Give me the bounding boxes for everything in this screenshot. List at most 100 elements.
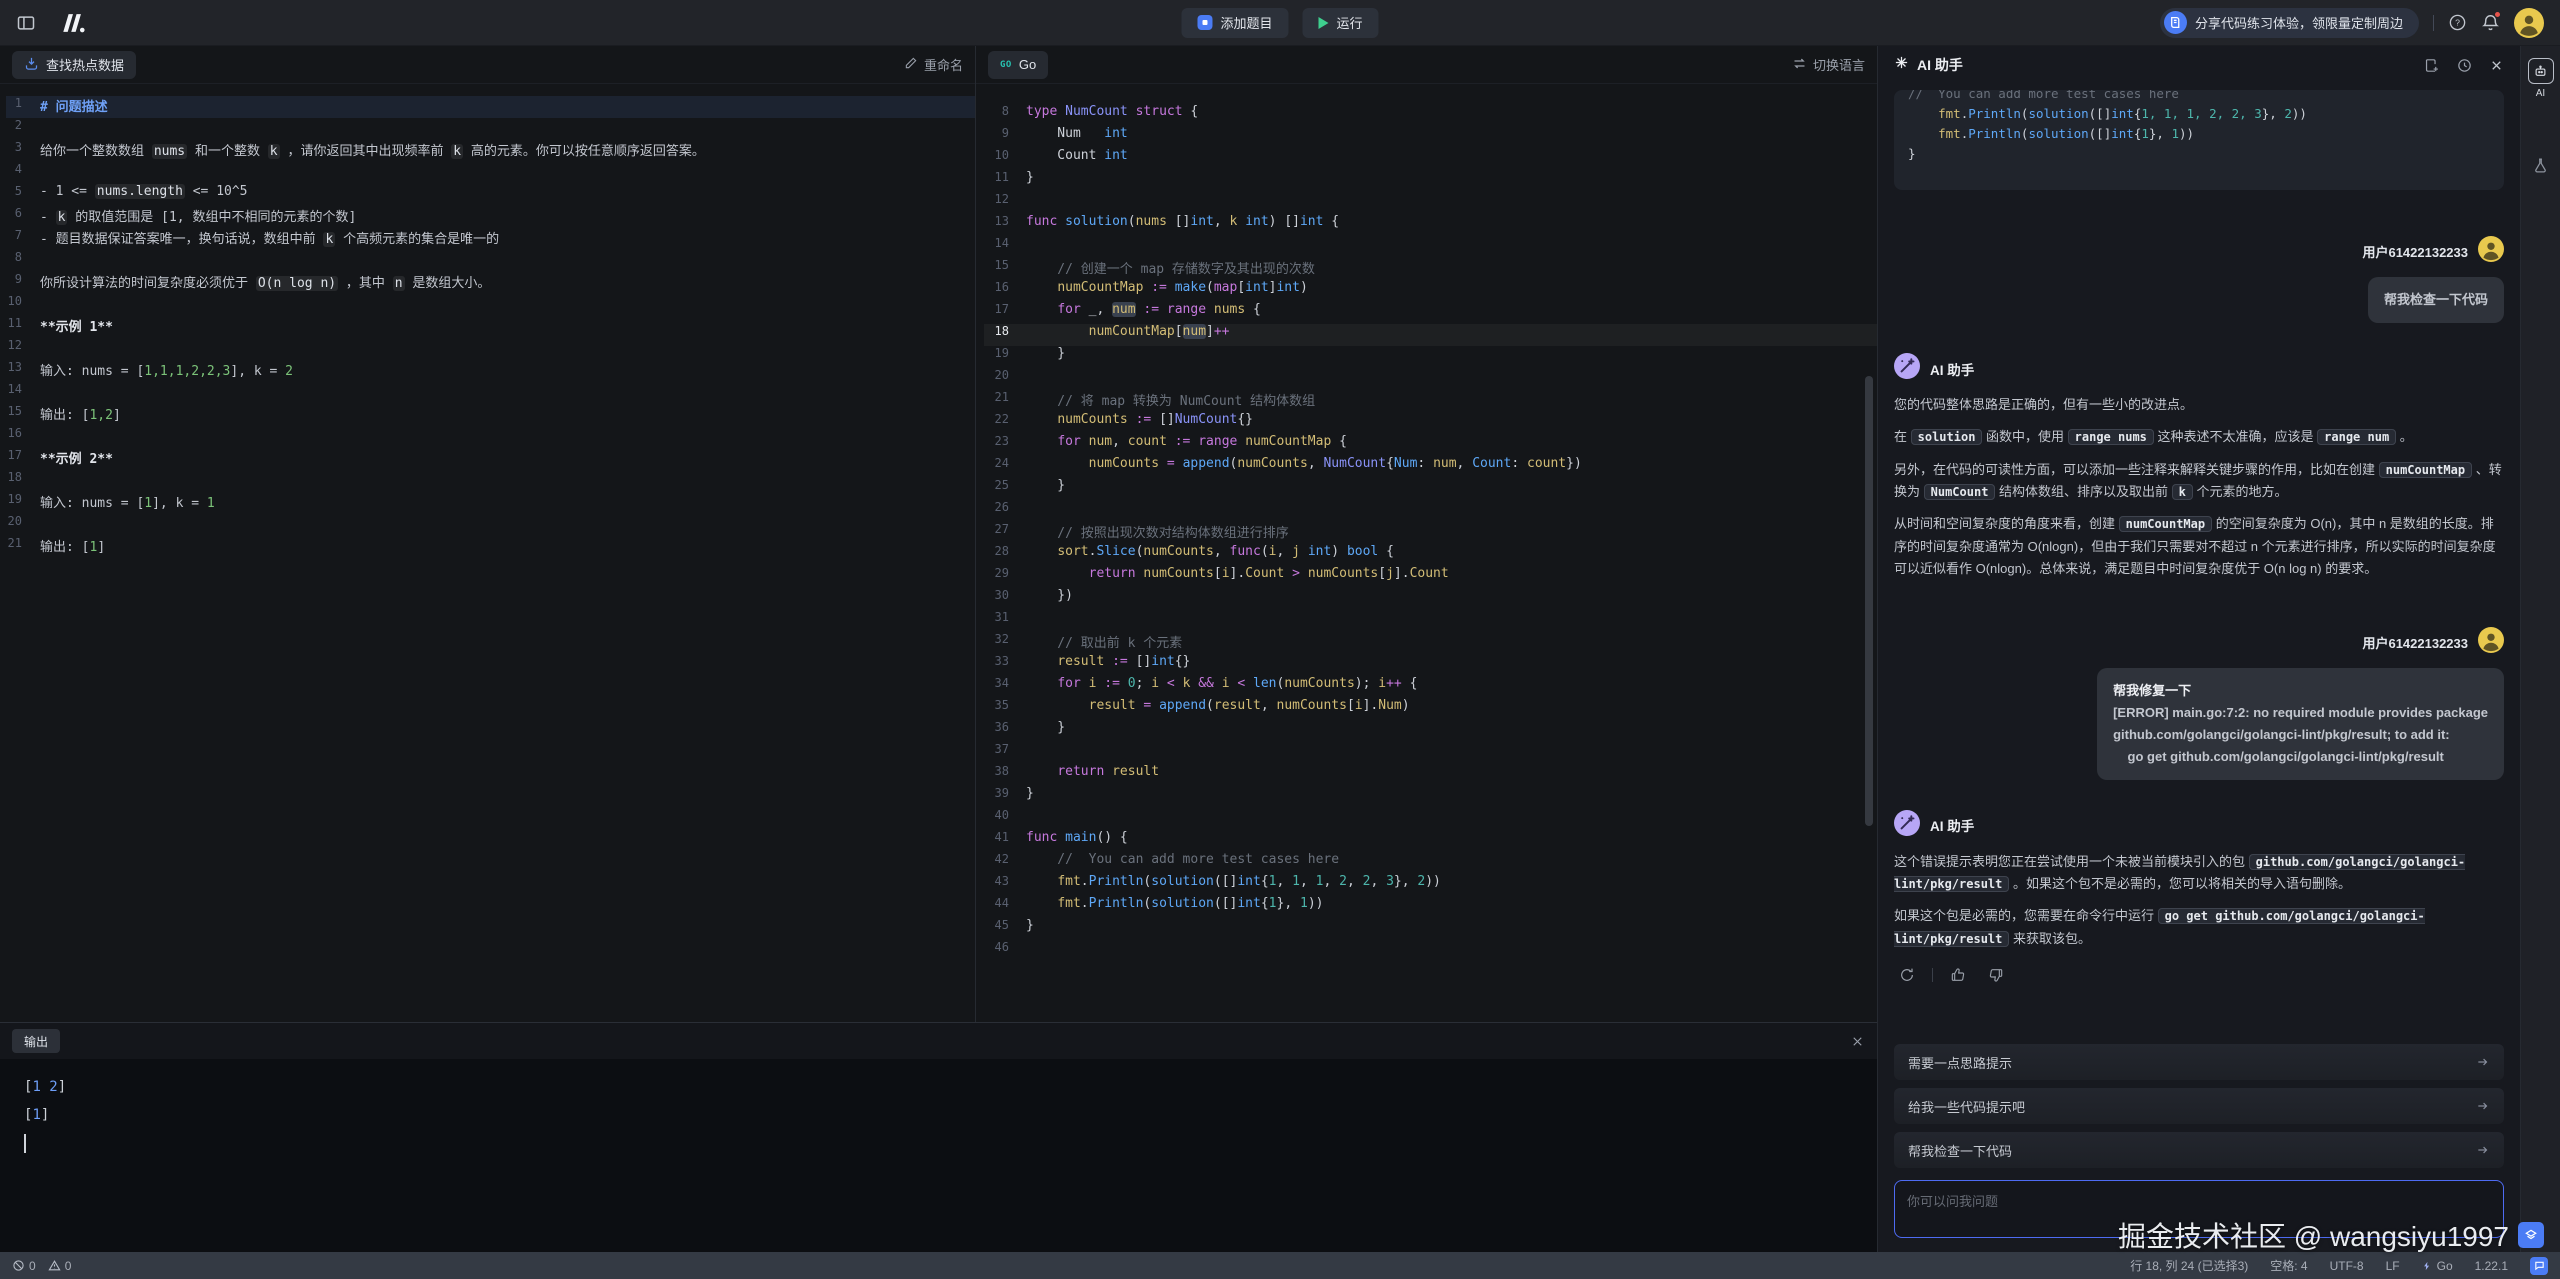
md-line: 6- k 的取值范围是 [1, 数组中不相同的元素的个数] (6, 206, 975, 228)
suggestion-list: 需要一点思路提示给我一些代码提示吧帮我检查一下代码 (1878, 1028, 2520, 1168)
errors-count[interactable]: 0 (12, 1259, 36, 1273)
line-content: 输出: [1,2] (40, 404, 121, 426)
ai-paragraph: 另外，在代码的可读性方面，可以添加一些注释来解释关键步骤的作用，比如在创建 nu… (1894, 459, 2504, 504)
code-editor[interactable]: 8type NumCount struct {9 Num int10 Count… (976, 84, 1877, 1022)
feedback-badge-icon[interactable] (2530, 1257, 2548, 1275)
code-line: 19 } (984, 346, 1877, 368)
line-content: for _, num := range nums { (1026, 302, 1261, 324)
line-content: } (1026, 346, 1065, 368)
suggestion-chip[interactable]: 帮我检查一下代码 (1894, 1132, 2504, 1168)
import-data-icon (24, 56, 39, 74)
notifications-bell-icon[interactable] (2481, 13, 2500, 32)
line-number: 42 (984, 852, 1026, 874)
code-line: 46 (984, 940, 1877, 962)
line-number: 23 (984, 434, 1026, 456)
line-number: 11 (984, 170, 1026, 192)
status-item[interactable]: 空格: 4 (2270, 1257, 2307, 1274)
ai-panel-header: AI 助手 (1878, 46, 2520, 84)
line-content: } (1026, 478, 1065, 500)
status-item[interactable]: Go (2422, 1259, 2453, 1273)
line-content: return numCounts[i].Count > numCounts[j]… (1026, 566, 1449, 588)
help-icon[interactable]: ? (2448, 13, 2467, 32)
actions-divider (1932, 968, 1933, 982)
line-content: 输入: nums = [1], k = 1 (40, 492, 215, 514)
status-item[interactable]: 1.22.1 (2475, 1259, 2508, 1273)
line-number: 39 (984, 786, 1026, 808)
app-logo-icon[interactable] (58, 12, 88, 34)
line-number: 10 (984, 148, 1026, 170)
md-line: 1# 问题描述 (6, 96, 975, 118)
rename-button[interactable]: 重命名 (904, 55, 963, 74)
line-number: 30 (984, 588, 1026, 610)
status-item[interactable]: UTF-8 (2330, 1259, 2364, 1273)
ai-input-placeholder: 你可以问我问题 (1907, 1194, 1998, 1209)
close-ai-panel-icon[interactable] (2489, 58, 2504, 73)
code-line: 12 (984, 192, 1877, 214)
run-button[interactable]: 运行 (1303, 8, 1379, 38)
code-line: 17 for _, num := range nums { (984, 302, 1877, 324)
line-content: result = append(result, numCounts[i].Num… (1026, 698, 1410, 720)
sidebar-toggle-icon[interactable] (16, 13, 36, 33)
line-number: 9 (984, 126, 1026, 148)
code-line: 15 // 创建一个 map 存储数字及其出现的次数 (984, 258, 1877, 280)
ai-activity-label: AI (2536, 88, 2545, 99)
flask-activity-icon[interactable] (2532, 157, 2549, 179)
md-line: 17**示例 2** (6, 448, 975, 470)
ai-paragraph: 您的代码整体思路是正确的，但有一些小的改进点。 (1894, 394, 2504, 416)
status-item[interactable]: 行 18, 列 24 (已选择3) (2130, 1257, 2248, 1274)
line-number: 15 (6, 404, 40, 426)
output-console[interactable]: [1 2][1] (0, 1059, 1877, 1153)
problem-markdown-editor[interactable]: 1# 问题描述23给你一个整数数组 nums 和一个整数 k ，请你返回其中出现… (0, 84, 975, 1022)
code-line: 11} (984, 170, 1877, 192)
warnings-count[interactable]: 0 (48, 1259, 72, 1273)
line-content: sort.Slice(numCounts, func(i, j int) boo… (1026, 544, 1394, 566)
md-line: 18 (6, 470, 975, 492)
ai-chat-area[interactable]: // You can add more test cases here fmt.… (1878, 84, 2520, 1028)
user-avatar[interactable] (2514, 8, 2544, 38)
line-number: 7 (6, 228, 40, 250)
ai-chat-input[interactable]: 你可以问我问题 (1894, 1180, 2504, 1238)
new-chat-icon[interactable] (2423, 57, 2440, 74)
line-number: 19 (984, 346, 1026, 368)
like-button[interactable] (1945, 962, 1971, 988)
suggestion-label: 给我一些代码提示吧 (1908, 1097, 2025, 1116)
ai-message-actions (1894, 962, 2504, 988)
line-content: // 将 map 转换为 NumCount 结构体数组 (1026, 390, 1315, 412)
line-number: 27 (984, 522, 1026, 544)
suggestion-chip[interactable]: 给我一些代码提示吧 (1894, 1088, 2504, 1124)
code-line: 8type NumCount struct { (984, 104, 1877, 126)
status-bar: 0 0 行 18, 列 24 (已选择3) 空格: 4 UTF-8 LF Go 1.22.… (0, 1252, 2560, 1279)
regenerate-button[interactable] (1894, 962, 1920, 988)
line-content: 输出: [1] (40, 536, 105, 558)
problem-tab[interactable]: 查找热点数据 (12, 51, 136, 79)
switch-language-button[interactable]: 切换语言 (1792, 55, 1865, 74)
line-number: 38 (984, 764, 1026, 786)
line-content: // 取出前 k 个元素 (1026, 632, 1182, 654)
share-campaign-banner[interactable]: 分享代码练习体验，领限量定制周边 (2160, 8, 2419, 38)
line-number: 20 (6, 514, 40, 536)
md-line: 4 (6, 162, 975, 184)
language-tab-label: Go (1019, 57, 1036, 72)
editor-scrollbar-thumb[interactable] (1865, 376, 1873, 826)
language-tab-go[interactable]: GO Go (988, 51, 1048, 79)
suggestion-chip[interactable]: 需要一点思路提示 (1894, 1044, 2504, 1080)
line-content: } (1026, 786, 1034, 808)
add-problem-button[interactable]: 添加题目 (1181, 8, 1288, 38)
code-line: 23 for num, count := range numCountMap { (984, 434, 1877, 456)
top-bar: 添加题目 运行 分享代码练习体验，领限量定制周边 ? (0, 0, 2560, 46)
line-number: 21 (6, 536, 40, 558)
line-number: 31 (984, 610, 1026, 632)
code-line: 25 } (984, 478, 1877, 500)
line-content: Num int (1026, 126, 1128, 148)
go-language-icon: GO (1000, 60, 1012, 70)
ai-activity-icon[interactable] (2528, 58, 2554, 84)
history-icon[interactable] (2456, 57, 2473, 74)
line-number: 17 (6, 448, 40, 470)
output-tab[interactable]: 输出 (12, 1029, 60, 1053)
status-item[interactable]: LF (2386, 1259, 2400, 1273)
line-number: 2 (6, 118, 40, 140)
output-close-icon[interactable] (1850, 1034, 1865, 1049)
line-number: 28 (984, 544, 1026, 566)
ai-avatar (1894, 353, 1920, 384)
dislike-button[interactable] (1983, 962, 2009, 988)
